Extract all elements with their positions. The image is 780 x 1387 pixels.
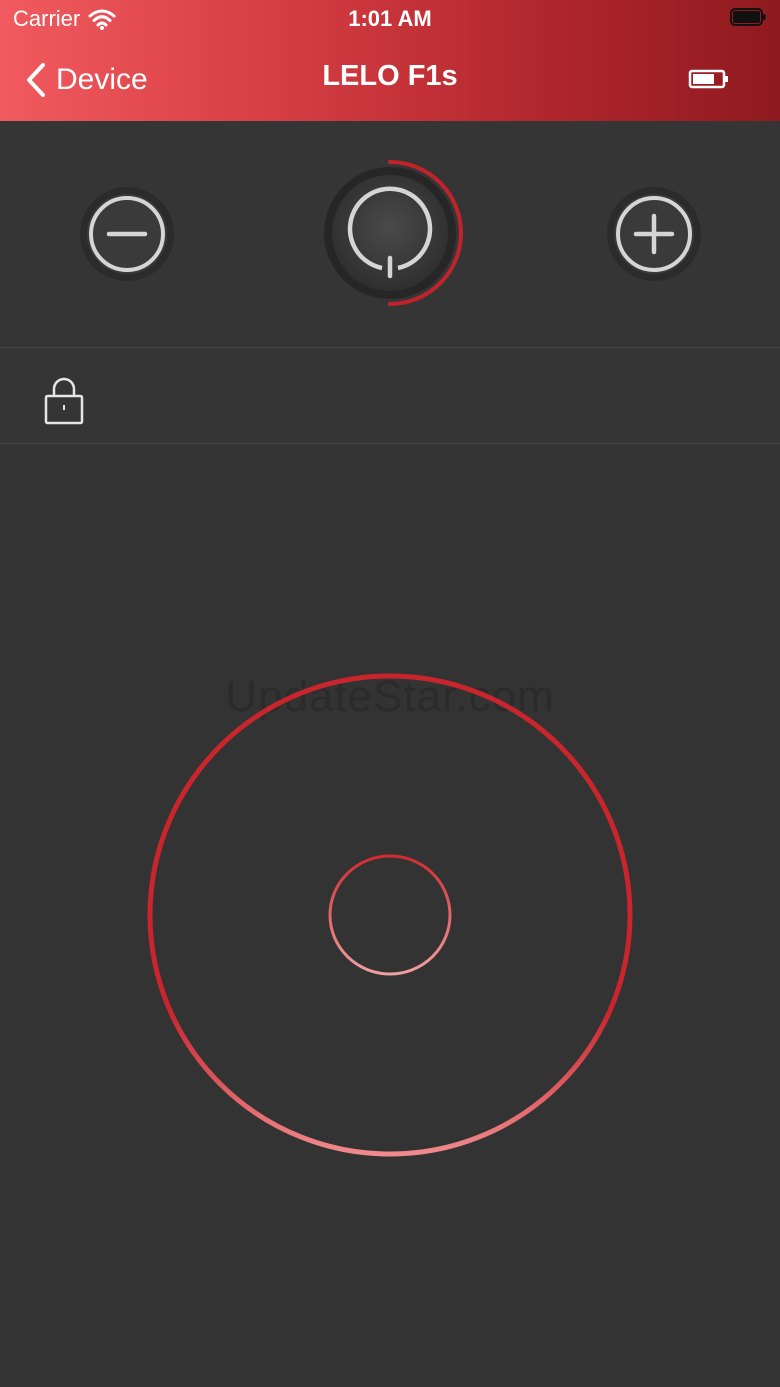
- header-bar: Carrier 1:01 AM Device LELO F1s: [0, 0, 780, 121]
- control-panel: [0, 121, 780, 348]
- decrease-intensity-button[interactable]: [79, 186, 175, 282]
- status-battery-icon: [730, 8, 766, 26]
- page-title: LELO F1s: [322, 60, 458, 92]
- outer-ring: [147, 673, 633, 1157]
- status-time: 1:01 AM: [348, 6, 432, 31]
- increase-intensity-button[interactable]: [606, 186, 702, 282]
- power-button[interactable]: [315, 158, 465, 308]
- inner-ring: [328, 854, 452, 976]
- lock-icon[interactable]: [44, 377, 84, 425]
- lock-row: [0, 348, 780, 444]
- touchpad-rings: [147, 673, 633, 1157]
- device-battery-icon: [688, 69, 728, 89]
